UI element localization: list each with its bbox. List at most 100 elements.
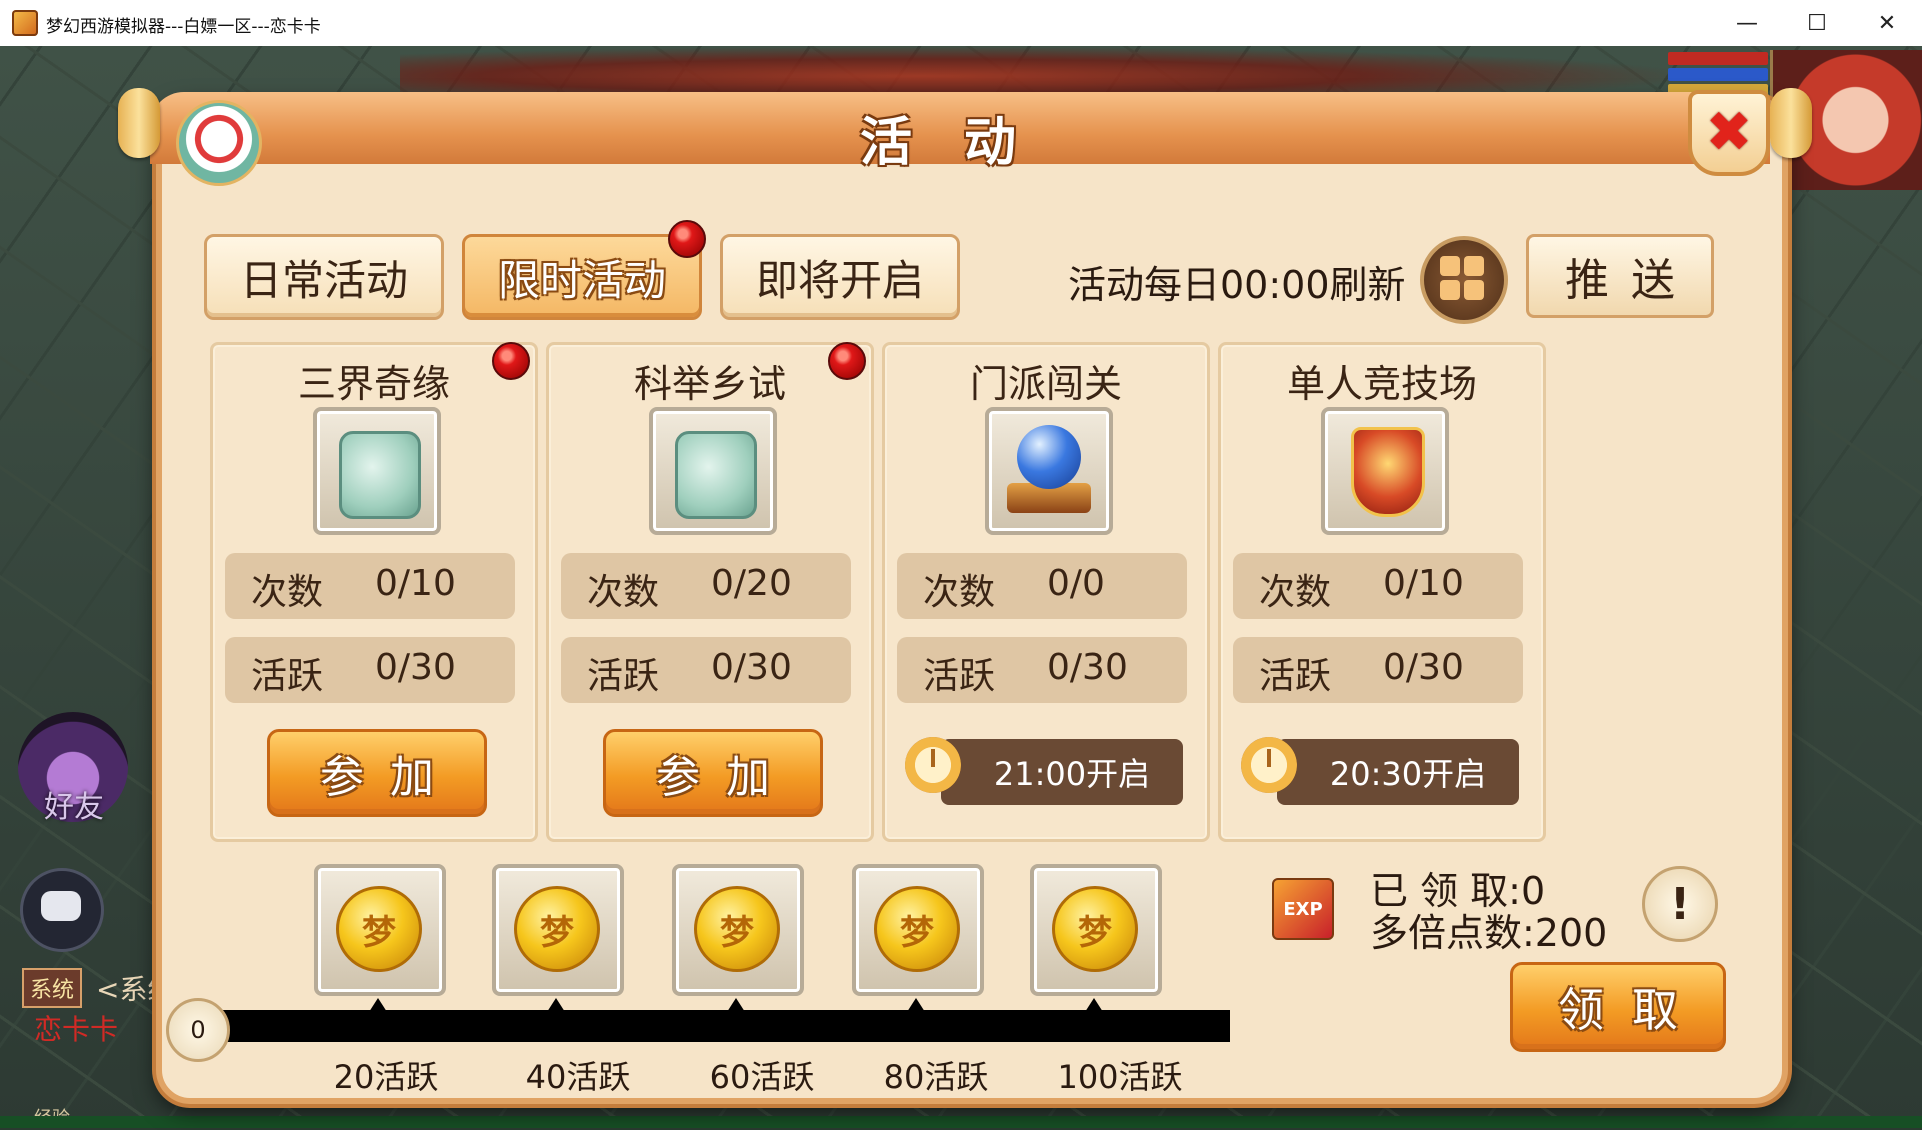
count-row: 次数 0/10 (1233, 553, 1523, 619)
system-player-name: 恋卡卡 (34, 1013, 119, 1046)
coin-icon: 梦 (336, 886, 422, 972)
coin-icon: 梦 (694, 886, 780, 972)
activity-card-menpai: 门派闯关 次数 0/0 活跃 0/30 21:00开启 (882, 342, 1210, 842)
reward-chest-20[interactable]: 梦 (314, 864, 446, 996)
shield-art (1351, 427, 1425, 517)
count-row: 次数 0/20 (561, 553, 851, 619)
activity-label: 活跃 (251, 656, 324, 697)
progress-tick (727, 998, 745, 1012)
milestone-label: 40活跃 (525, 1058, 631, 1096)
tab-upcoming[interactable]: 即将开启 (720, 234, 960, 320)
claim-label: 领取 (1558, 983, 1706, 1037)
milestone-label: 20活跃 (333, 1058, 439, 1096)
count-row: 次数 0/0 (897, 553, 1187, 619)
count-value: 0/20 (711, 563, 792, 604)
activity-row: 活跃 0/30 (561, 637, 851, 703)
progress-tick (369, 998, 387, 1012)
jade-token-icon[interactable] (313, 407, 441, 535)
grid-cell (1464, 280, 1484, 300)
scroll-ornament-right (1770, 88, 1812, 158)
jade-token-art (339, 431, 421, 519)
chat-button[interactable] (20, 868, 104, 952)
join-label: 参加 (656, 752, 796, 803)
progress-tick (907, 998, 925, 1012)
coin-icon: 梦 (1052, 886, 1138, 972)
reward-chest-40[interactable]: 梦 (492, 864, 624, 996)
grid-cell (1440, 280, 1460, 300)
activity-card-sanjie: 三界奇缘 次数 0/10 活跃 0/30 参加 (210, 342, 538, 842)
refresh-notice: 活动每日00:00刷新 (1068, 263, 1406, 307)
count-value: 0/0 (1047, 563, 1105, 604)
jade-token-art (675, 431, 757, 519)
activity-value: 0/30 (375, 647, 456, 688)
crystal-orb-icon[interactable] (985, 407, 1113, 535)
count-row: 次数 0/10 (225, 553, 515, 619)
exp-bar (0, 1116, 1922, 1128)
open-time: 21:00开启 (941, 739, 1183, 805)
system-tag: 系统 (22, 968, 83, 1008)
count-label: 次数 (251, 572, 324, 613)
card-title: 三界奇缘 (297, 362, 450, 406)
count-label: 次数 (923, 572, 996, 613)
mascot-icon (176, 100, 262, 186)
count-value: 0/10 (1383, 563, 1464, 604)
reward-chest-80[interactable]: 梦 (852, 864, 984, 996)
progress-tick (1085, 998, 1103, 1012)
coin-icon: 梦 (874, 886, 960, 972)
activity-value: 0/30 (711, 647, 792, 688)
join-label: 参加 (320, 752, 460, 803)
push-button[interactable]: 推送 (1526, 234, 1714, 318)
tab-limited[interactable]: 限时活动 (462, 234, 702, 320)
activity-label: 活跃 (1259, 656, 1332, 697)
multiplier-points: 多倍点数:200 (1370, 911, 1608, 955)
orb-art (1017, 425, 1081, 489)
tab-label: 限时活动 (497, 255, 666, 305)
info-button[interactable]: ! (1642, 866, 1718, 942)
join-button[interactable]: 参加 (267, 729, 487, 817)
activity-row: 活跃 0/30 (1233, 637, 1523, 703)
panel-close-button[interactable]: ✖ (1688, 90, 1770, 176)
card-title: 科举乡试 (633, 362, 786, 406)
scroll-ornament-left (118, 88, 160, 158)
grid-menu-button[interactable] (1420, 236, 1508, 324)
activity-label: 活跃 (587, 656, 660, 697)
player-status-bars (1668, 52, 1768, 97)
claim-button[interactable]: 领取 (1510, 962, 1726, 1052)
reward-chest-60[interactable]: 梦 (672, 864, 804, 996)
window-titlebar: 梦幻西游模拟器---白嫖一区---恋卡卡 — ☐ ✕ (0, 0, 1922, 47)
clock-icon (905, 737, 961, 793)
tab-daily[interactable]: 日常活动 (204, 234, 444, 320)
card-title: 单人竞技场 (1286, 362, 1477, 406)
notification-badge (668, 220, 706, 258)
progress-value: 0 (166, 998, 230, 1062)
clock-icon (1241, 737, 1297, 793)
card-title: 门派闯关 (969, 362, 1122, 406)
jade-token-icon[interactable] (649, 407, 777, 535)
count-label: 次数 (1259, 572, 1332, 613)
close-icon: ✖ (1705, 100, 1753, 165)
milestone-label: 100活跃 (1057, 1058, 1183, 1096)
join-button[interactable]: 参加 (603, 729, 823, 817)
window-close-button[interactable]: ✕ (1852, 0, 1922, 46)
reward-chest-100[interactable]: 梦 (1030, 864, 1162, 996)
milestone-label: 80活跃 (883, 1058, 989, 1096)
activity-value: 0/30 (1383, 647, 1464, 688)
friends-label: 好友 (44, 790, 104, 825)
count-label: 次数 (587, 572, 660, 613)
activity-label: 活跃 (923, 656, 996, 697)
maximize-button[interactable]: ☐ (1782, 0, 1852, 46)
exp-boost-icon[interactable]: EXP (1272, 878, 1334, 940)
milestone-label: 60活跃 (709, 1058, 815, 1096)
open-time: 20:30开启 (1277, 739, 1519, 805)
grid-cell (1440, 256, 1460, 276)
activity-card-keju: 科举乡试 次数 0/20 活跃 0/30 参加 (546, 342, 874, 842)
activity-row: 活跃 0/30 (225, 637, 515, 703)
app-icon (12, 10, 38, 36)
tab-label: 即将开启 (755, 255, 924, 305)
activity-row: 活跃 0/30 (897, 637, 1187, 703)
window-title: 梦幻西游模拟器---白嫖一区---恋卡卡 (46, 17, 321, 37)
chat-bubble-icon (41, 891, 81, 921)
activity-progress-bar (200, 1010, 1230, 1042)
minimize-button[interactable]: — (1712, 0, 1782, 46)
battle-shield-icon[interactable] (1321, 407, 1449, 535)
